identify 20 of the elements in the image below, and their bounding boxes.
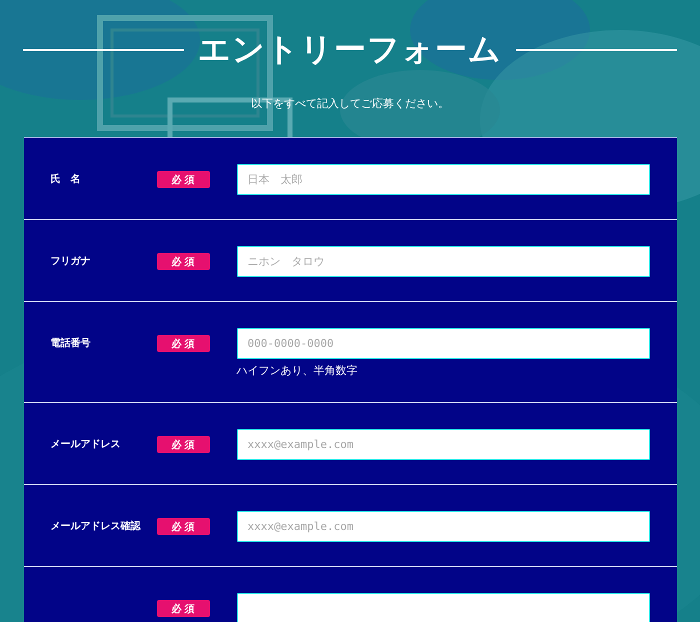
required-badge: 必 須: [156, 600, 210, 617]
input-field[interactable]: xxxx@example.com: [236, 511, 650, 542]
required-badge: 必 須: [156, 171, 210, 188]
required-badge: 必 須: [156, 436, 210, 453]
field-label: 氏 名: [50, 172, 82, 187]
instruction-text: 以下をすべて記入してご応募ください。: [251, 96, 449, 111]
field-label: フリガナ: [50, 255, 92, 269]
required-badge: 必 須: [156, 253, 210, 270]
input-field[interactable]: 000-0000-0000: [236, 328, 650, 359]
input-field[interactable]: ニホン タロウ: [236, 246, 650, 277]
input-field[interactable]: 日本 太郎: [236, 164, 650, 195]
field-label: メールアドレス: [50, 438, 122, 452]
input-field[interactable]: [236, 593, 650, 622]
required-badge: 必 須: [156, 518, 210, 535]
required-badge: 必 須: [156, 335, 210, 352]
field-label: メールアドレス確認: [50, 520, 142, 534]
field-label: 電話番号: [50, 336, 92, 351]
page-title: エントリーフォーム: [198, 29, 502, 70]
input-field[interactable]: xxxx@example.com: [236, 429, 650, 460]
field-hint: ハイフンあり、半角数字: [236, 363, 358, 378]
